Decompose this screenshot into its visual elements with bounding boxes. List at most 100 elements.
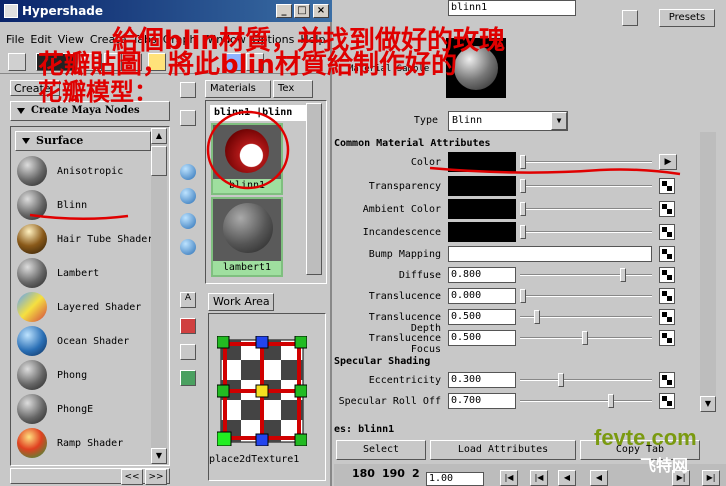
type-dropdown[interactable]: Blinn ▼ [448,111,568,131]
translucence-map-button[interactable] [659,288,675,304]
hypershade-titlebar[interactable]: Hypershade _ □ × [0,0,332,22]
place2dtexture-node-icon[interactable] [217,336,307,446]
sort-reverse-icon[interactable] [180,370,196,386]
diffuse-slider[interactable] [520,268,652,282]
list-item-anisotropic[interactable]: Anisotropic [17,155,157,187]
scroll-right-icon[interactable]: >> [145,469,167,485]
translucence-slider[interactable] [520,289,652,303]
go-start-icon[interactable]: |◀ [500,470,518,486]
sphere-icon-1[interactable] [180,164,196,180]
diffuse-field[interactable]: 0.800 [448,267,516,283]
list-item-layered-shader[interactable]: Layered Shader [17,291,157,323]
list-item-ramp-shader[interactable]: Ramp Shader [17,427,157,459]
key-icon[interactable]: ▶| [702,470,720,486]
materials-scrollbar[interactable] [306,103,322,275]
incandescence-swatch[interactable] [448,222,516,242]
select-button[interactable]: Select [336,440,426,460]
sort-time-icon[interactable] [180,344,196,360]
current-frame-field[interactable]: 1.00 [426,472,484,486]
transparency-map-button[interactable] [659,178,675,194]
transparency-slider[interactable] [520,179,652,193]
presets-button[interactable]: Presets [659,9,715,27]
tab-work-area[interactable]: Work Area [208,293,274,311]
list-item-blinn[interactable]: Blinn [17,189,157,221]
list-item-phonge[interactable]: PhongE [17,393,157,425]
specular-roll-off-map-button[interactable] [659,393,675,409]
maximize-button[interactable]: □ [294,4,310,18]
specular-roll-off-field[interactable]: 0.700 [448,393,516,409]
close-button[interactable]: × [313,4,329,18]
scroll-down-icon[interactable]: ▼ [151,448,167,464]
load-attributes-button[interactable]: Load Attributes [430,440,576,460]
surface-list-hscroll[interactable]: << >> [10,468,170,485]
surface-section-header[interactable]: Surface [15,131,151,151]
bump-mapping-field[interactable] [448,246,652,262]
surface-node-list: Surface Anisotropic Blinn Hair Tube Shad… [10,126,170,466]
thumb-lambert1[interactable]: lambert1 [211,197,283,277]
slider-knob[interactable] [534,310,540,324]
list-item-ocean-shader[interactable]: Ocean Shader [17,325,157,357]
toolbar-icon-1[interactable] [8,53,26,71]
sort-az-icon[interactable]: A [180,292,196,308]
sort-type-icon[interactable] [180,318,196,334]
translucence-focus-map-button[interactable] [659,330,675,346]
focus-button[interactable] [622,10,638,26]
translucence-focus-field[interactable]: 0.500 [448,330,516,346]
layout-icon-1[interactable] [180,82,196,98]
prev-key-icon[interactable]: ◀ [558,470,576,486]
slider-knob[interactable] [620,268,626,282]
scroll-thumb[interactable] [151,146,167,176]
step-back-icon[interactable]: |◀ [530,470,548,486]
tab-textures[interactable]: Tex [273,80,313,98]
minimize-button[interactable]: _ [276,4,292,18]
incandescence-slider[interactable] [520,225,652,239]
transparency-swatch[interactable] [448,176,516,196]
sphere-icon-2[interactable] [180,188,196,204]
color-map-button[interactable]: ▶ [659,154,677,170]
attribute-scrollbar[interactable]: ▼ [700,132,716,412]
translucence-focus-slider[interactable] [520,331,652,345]
thumb-blinn1[interactable]: blinn1 [211,123,283,195]
scroll-down-icon[interactable]: ▼ [700,396,716,412]
menu-file[interactable]: File [6,31,24,49]
tab-materials[interactable]: Materials [205,80,271,98]
play-back-icon[interactable]: ◀ [590,470,608,486]
ambient-color-slider[interactable] [520,202,652,216]
node-name-field[interactable]: blinn1 [448,0,576,16]
scroll-left-icon[interactable]: << [121,469,143,485]
bump-mapping-map-button[interactable] [659,246,675,262]
slider-knob[interactable] [608,394,614,408]
ambient-color-swatch[interactable] [448,199,516,219]
list-item-hair-tube-shader[interactable]: Hair Tube Shader [17,223,157,255]
eccentricity-field[interactable]: 0.300 [448,372,516,388]
incandescence-map-button[interactable] [659,224,675,240]
slider-knob[interactable] [520,225,526,239]
surface-list-scrollbar[interactable]: ▲ ▼ [151,128,167,464]
slider-knob[interactable] [582,331,588,345]
section-specular[interactable]: Specular Shading [334,356,430,367]
slider-knob[interactable] [520,202,526,216]
list-item-phong[interactable]: Phong [17,359,157,391]
sphere-icon-4[interactable] [180,239,196,255]
section-common-material[interactable]: Common Material Attributes [334,138,491,149]
color-slider[interactable] [520,155,652,169]
slider-knob[interactable] [520,289,526,303]
color-swatch[interactable] [448,152,516,172]
ramp-shader-swatch-icon [17,428,47,458]
translucence-depth-map-button[interactable] [659,309,675,325]
sphere-icon-3[interactable] [180,213,196,229]
slider-knob[interactable] [520,155,526,169]
translucence-depth-field[interactable]: 0.500 [448,309,516,325]
slider-knob[interactable] [520,179,526,193]
diffuse-map-button[interactable] [659,267,675,283]
eccentricity-slider[interactable] [520,373,652,387]
specular-roll-off-slider[interactable] [520,394,652,408]
scroll-up-icon[interactable]: ▲ [151,128,167,144]
eccentricity-map-button[interactable] [659,372,675,388]
slider-knob[interactable] [558,373,564,387]
list-item-lambert[interactable]: Lambert [17,257,157,289]
ambient-color-map-button[interactable] [659,201,675,217]
translucence-depth-slider[interactable] [520,310,652,324]
translucence-field[interactable]: 0.000 [448,288,516,304]
layout-icon-2[interactable] [180,110,196,126]
